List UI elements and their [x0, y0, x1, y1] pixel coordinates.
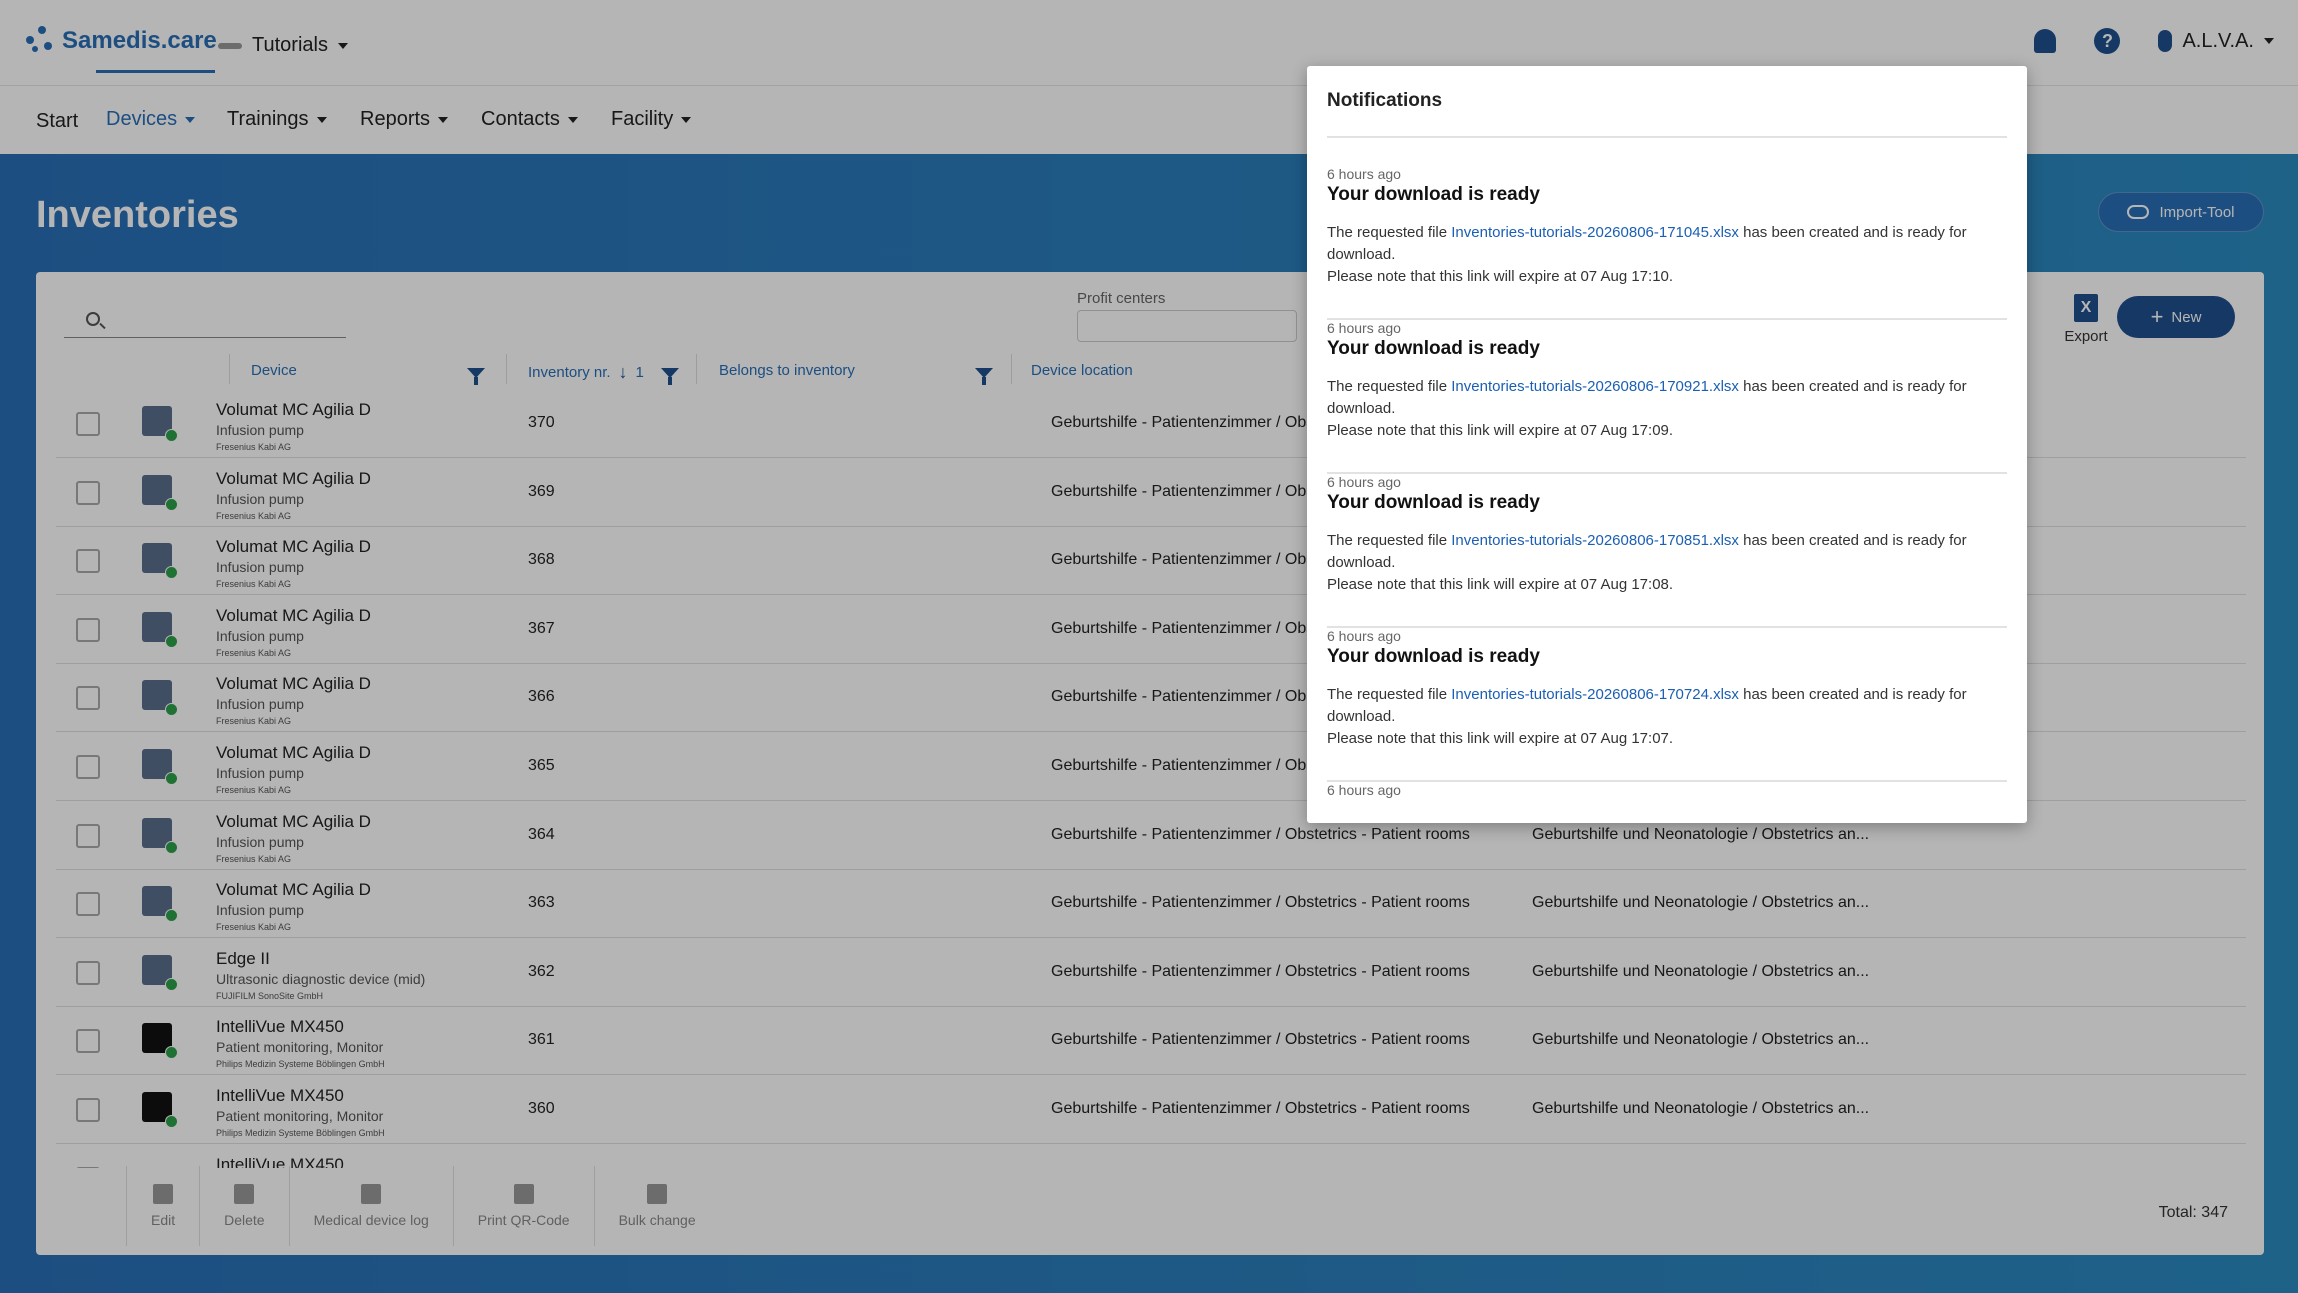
notification-text-pre: The requested file [1327, 224, 1452, 241]
download-link[interactable]: Inventories-tutorials-20260806-171045.xl… [1451, 224, 1739, 241]
notification-heading: Your download is ready [1327, 646, 1540, 667]
notification-expiry: Please note that this link will expire a… [1327, 268, 1674, 285]
notification-time: 6 hours ago [1327, 628, 1401, 644]
notification-text-pre: The requested file [1327, 378, 1452, 395]
notifications-popover: Notifications 6 hours ago Your download i… [1307, 66, 2027, 823]
notification-text-pre: The requested file [1327, 532, 1452, 549]
notification-time: 6 hours ago [1327, 166, 1401, 182]
notification-text-pre: The requested file [1327, 686, 1452, 703]
download-link[interactable]: Inventories-tutorials-20260806-170921.xl… [1451, 378, 1739, 395]
notification-time: 6 hours ago [1327, 782, 1401, 798]
notification-expiry: Please note that this link will expire a… [1327, 422, 1674, 439]
notification-heading: Your download is ready [1327, 184, 1540, 205]
notification-item: 6 hours ago Your download is ready The req… [1327, 474, 2007, 628]
notification-item: 6 hours ago Your download is ready The req… [1327, 166, 2007, 320]
notification-body [1327, 838, 2007, 860]
notification-body: The requested file Inventories-tutorials… [1327, 530, 2007, 596]
notification-body: The requested file Inventories-tutorials… [1327, 222, 2007, 288]
notification-item: 6 hours ago [1327, 782, 2007, 822]
notification-expiry: Please note that this link will expire a… [1327, 730, 1674, 747]
notification-expiry: Please note that this link will expire a… [1327, 576, 1674, 593]
download-link[interactable]: Inventories-tutorials-20260806-170851.xl… [1451, 532, 1739, 549]
notification-body: The requested file Inventories-tutorials… [1327, 376, 2007, 442]
download-link[interactable]: Inventories-tutorials-20260806-170724.xl… [1451, 686, 1739, 703]
notifications-title: Notifications [1327, 90, 1443, 111]
notification-time: 6 hours ago [1327, 474, 1401, 490]
notification-heading: Your download is ready [1327, 338, 1540, 359]
notification-body: The requested file Inventories-tutorials… [1327, 684, 2007, 750]
notification-heading: Your download is ready [1327, 492, 1540, 513]
notification-item: 6 hours ago Your download is ready The req… [1327, 320, 2007, 474]
notification-item: 6 hours ago Your download is ready The req… [1327, 628, 2007, 782]
notification-time: 6 hours ago [1327, 320, 1401, 336]
divider [1327, 136, 2007, 138]
